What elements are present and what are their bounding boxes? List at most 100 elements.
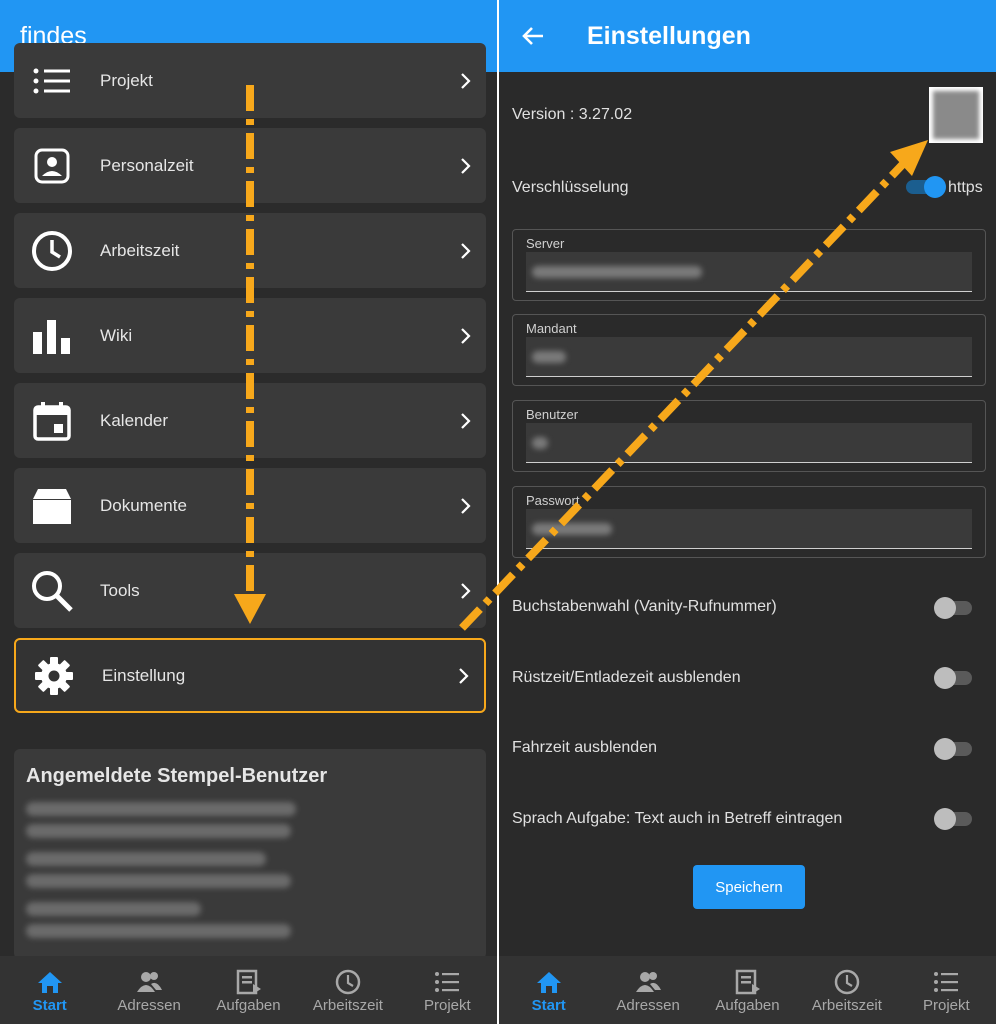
stamped-user-entry [26,802,474,838]
switch-thumb [934,808,956,830]
menu-item-label: Wiki [100,325,133,345]
switch-thumb [924,176,946,198]
menu-item-projekt[interactable]: Projekt [14,43,486,118]
stamped-users-heading: Angemeldete Stempel-Benutzer [26,765,328,787]
redacted-value [532,523,612,535]
benutzer-field[interactable]: Benutzer [512,400,986,472]
gear-icon [16,656,92,696]
menu-item-label: Kalender [100,410,169,430]
sprach-aufgabe-switch[interactable] [934,807,974,830]
menu-item-label: Arbeitszeit [100,240,180,260]
box-icon [14,487,90,525]
people-icon [135,967,163,997]
nav-aufgaben[interactable]: Aufgaben [698,956,797,1024]
list-icon [14,67,90,95]
vanity-switch[interactable] [934,596,974,619]
redacted-text [26,924,291,938]
nav-arbeitszeit[interactable]: Arbeitszeit [298,956,397,1024]
nav-label: Adressen [616,996,680,1014]
stamped-user-entry [26,852,474,888]
chevron-right-icon [446,582,486,600]
nav-label: Start [531,996,566,1014]
field-label: Mandant [526,321,577,336]
redacted-text [26,802,296,816]
menu-item-kalender[interactable]: Kalender [14,383,486,458]
stamped-users-card: Angemeldete Stempel-Benutzer [14,749,486,959]
passwort-input[interactable] [526,509,972,549]
menu-item-dokumente[interactable]: Dokumente [14,468,486,543]
redacted-text [26,852,266,866]
sprach-aufgabe-label: Sprach Aufgabe: Text auch in Betreff ein… [512,810,843,827]
encryption-label: Verschlüsselung [512,179,629,196]
menu-item-wiki[interactable]: Wiki [14,298,486,373]
qr-code-image [933,91,979,139]
redacted-text [26,874,291,888]
benutzer-input[interactable] [526,423,972,463]
nav-projekt[interactable]: Projekt [398,956,497,1024]
chevron-right-icon [446,157,486,175]
chevron-right-icon [444,667,484,685]
mandant-input[interactable] [526,337,972,377]
encryption-switch[interactable] [904,176,946,198]
menu-item-tools[interactable]: Tools [14,553,486,628]
redacted-text [26,824,291,838]
chevron-right-icon [446,327,486,345]
back-arrow-icon[interactable] [513,16,553,56]
qr-code-thumbnail[interactable] [929,87,983,143]
mandant-field[interactable]: Mandant [512,314,986,386]
chevron-right-icon [446,242,486,260]
server-field[interactable]: Server [512,229,986,301]
menu-item-personalzeit[interactable]: Personalzeit [14,128,486,203]
menu-item-einstellung[interactable]: Einstellung [14,638,486,713]
list-icon [434,967,460,997]
nav-adressen[interactable]: Adressen [598,956,697,1024]
chevron-right-icon [446,412,486,430]
menu-item-label: Personalzeit [100,155,194,175]
nav-label: Projekt [423,996,471,1014]
clock-icon [14,229,90,273]
vanity-label: Buchstabenwahl (Vanity-Rufnummer) [512,598,777,615]
clock-icon [834,967,860,997]
nav-aufgaben[interactable]: Aufgaben [199,956,298,1024]
nav-start[interactable]: Start [499,956,598,1024]
menu-item-label: Einstellung [102,665,186,685]
encryption-value: https [948,179,983,196]
nav-projekt[interactable]: Projekt [897,956,996,1024]
stamped-user-entry [26,902,474,938]
version-label: Version : 3.27.02 [512,106,633,123]
redacted-value [532,351,566,363]
calendar-icon [14,401,90,441]
nav-label: Projekt [922,996,970,1014]
home-icon [536,967,562,997]
nav-label: Aufgaben [216,996,281,1014]
badge-icon [14,148,90,184]
field-label: Passwort [526,493,580,508]
tasks-icon [236,967,262,997]
menu-item-arbeitszeit[interactable]: Arbeitszeit [14,213,486,288]
tasks-icon [735,967,761,997]
nav-label: Arbeitszeit [312,996,383,1014]
settings-screen: Einstellungen Version : 3.27.02 Verschlü… [499,0,996,1024]
ruestzeit-switch[interactable] [934,666,974,689]
switch-thumb [934,738,956,760]
passwort-field[interactable]: Passwort [512,486,986,558]
nav-arbeitszeit[interactable]: Arbeitszeit [797,956,896,1024]
switch-thumb [934,667,956,689]
save-button[interactable]: Speichern [693,865,805,909]
people-icon [634,967,662,997]
nav-label: Aufgaben [715,996,780,1014]
field-label: Server [526,236,565,251]
server-input[interactable] [526,252,972,292]
nav-label: Start [32,996,67,1014]
clock-icon [335,967,361,997]
fahrzeit-label: Fahrzeit ausblenden [512,739,657,756]
nav-start[interactable]: Start [0,956,99,1024]
main-menu-screen: findes Projekt Personalzeit Arbeitszeit [0,0,497,1024]
menu-item-label: Tools [100,580,140,600]
bottom-navigation: Start Adressen Aufgaben Arbeitszeit Proj… [499,956,996,1024]
redacted-value [532,266,702,278]
bottom-navigation: Start Adressen Aufgaben Arbeitszeit Proj… [0,956,497,1024]
fahrzeit-switch[interactable] [934,737,974,760]
nav-adressen[interactable]: Adressen [99,956,198,1024]
redacted-text [26,902,201,916]
